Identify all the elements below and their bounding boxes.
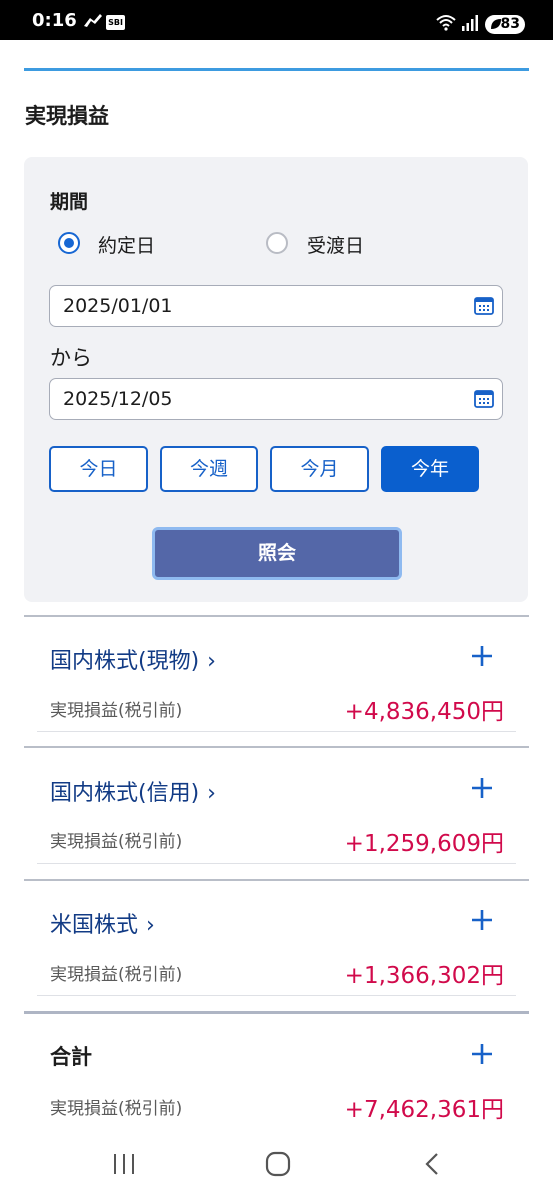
realized-pl-label: 実現損益(税引前) <box>50 832 183 852</box>
calendar-icon[interactable] <box>474 389 494 408</box>
category-title: 国内株式(信用) <box>50 781 200 806</box>
realized-pl-label: 実現損益(税引前) <box>50 701 183 721</box>
sbi-app-icon: SBI <box>106 15 125 30</box>
home-icon[interactable] <box>265 1151 291 1177</box>
today-button[interactable]: 今日 <box>49 446 148 492</box>
total-divider <box>24 1011 529 1014</box>
expand-plus-icon[interactable] <box>470 1042 494 1066</box>
back-icon[interactable] <box>423 1152 441 1176</box>
to-date-value: 2025/12/05 <box>63 388 173 410</box>
bull-app-icon <box>84 14 102 27</box>
realized-pl-label: 実現損益(税引前) <box>50 1099 183 1119</box>
section-divider <box>24 746 529 748</box>
radio-settlement-date[interactable] <box>266 232 288 254</box>
date-range-separator: から <box>50 346 92 370</box>
radio-trade-date-label[interactable]: 約定日 <box>98 231 155 258</box>
realized-pl-amount: +1,259,609円 <box>344 831 504 857</box>
row-divider <box>37 863 516 864</box>
status-bar: 0:16 SBI 83 <box>0 0 553 40</box>
recent-apps-icon[interactable] <box>112 1152 136 1176</box>
period-label: 期間 <box>50 191 89 213</box>
from-date-input[interactable]: 2025/01/01 <box>49 285 503 327</box>
this-year-button[interactable]: 今年 <box>381 446 479 492</box>
from-date-value: 2025/01/01 <box>63 295 173 317</box>
expand-plus-icon[interactable] <box>470 644 494 668</box>
this-month-button[interactable]: 今月 <box>270 446 369 492</box>
radio-settlement-date-label[interactable]: 受渡日 <box>307 231 364 258</box>
this-week-button[interactable]: 今週 <box>160 446 258 492</box>
section-divider <box>24 879 529 881</box>
wifi-icon <box>436 15 456 31</box>
us-stock-link[interactable]: 米国株式 › <box>50 907 155 939</box>
battery-saver-icon <box>491 19 501 29</box>
category-title: 国内株式(現物) <box>50 649 200 674</box>
system-nav-bar <box>0 1130 553 1200</box>
expand-plus-icon[interactable] <box>470 776 494 800</box>
realized-pl-amount: +4,836,450円 <box>344 699 504 725</box>
chevron-right-icon: › <box>207 649 216 674</box>
section-divider <box>24 615 529 617</box>
status-time: 0:16 <box>32 10 77 31</box>
calendar-icon[interactable] <box>474 296 494 315</box>
total-title: 合計 <box>50 1045 92 1069</box>
signal-icon <box>462 15 478 31</box>
row-divider <box>37 995 516 996</box>
row-divider <box>37 731 516 732</box>
header-accent-line <box>24 68 529 71</box>
chevron-right-icon: › <box>146 913 155 938</box>
category-title: 米国株式 <box>50 913 139 938</box>
to-date-input[interactable]: 2025/12/05 <box>49 378 503 420</box>
realized-pl-label: 実現損益(税引前) <box>50 965 183 985</box>
radio-trade-date[interactable] <box>58 232 80 254</box>
expand-plus-icon[interactable] <box>470 908 494 932</box>
total-realized-pl-amount: +7,462,361円 <box>344 1097 504 1123</box>
page-title: 実現損益 <box>25 104 109 128</box>
realized-pl-amount: +1,366,302円 <box>344 963 504 989</box>
query-button[interactable]: 照会 <box>152 527 402 580</box>
domestic-stock-margin-link[interactable]: 国内株式(信用) › <box>50 775 216 807</box>
chevron-right-icon: › <box>207 781 216 806</box>
battery-icon: 83 <box>485 15 525 34</box>
battery-level: 83 <box>500 16 520 32</box>
domestic-stock-cash-link[interactable]: 国内株式(現物) › <box>50 643 216 675</box>
